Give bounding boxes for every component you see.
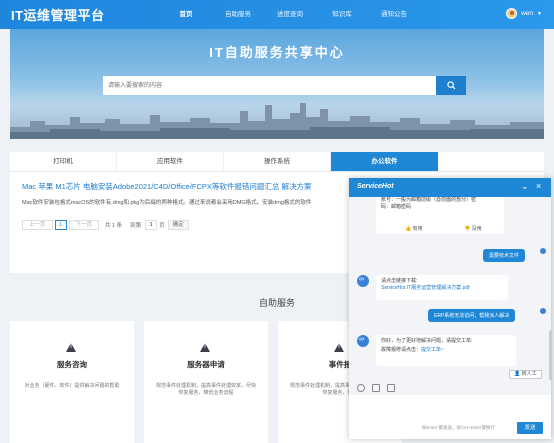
emoji-icon[interactable] [357, 384, 365, 392]
hero-banner: IT自助服务共享中心 [10, 29, 544, 139]
download-link[interactable]: ServiceHot IT服务运营管理解决方案.pdf [381, 285, 503, 292]
warning-icon [66, 343, 76, 352]
attachment-icon[interactable] [387, 384, 395, 392]
search-button[interactable] [436, 76, 466, 95]
bot-message: 请点击链接下载: ServiceHot IT服务运营管理解决方案.pdf [376, 275, 508, 300]
search-input[interactable] [103, 76, 421, 95]
user-message: ERP系统无法访问，帮我派人解决 [428, 309, 516, 322]
chat-brand-logo: ServiceHot [357, 183, 394, 190]
city-skyline-image [10, 103, 544, 139]
article-summary: Mac软件安装包格式macOS的软件有.dmg和.pkg为后缀的两种格式。通过来… [22, 200, 312, 206]
page-scrollbar[interactable] [549, 330, 552, 380]
user-menu[interactable]: wen ▼ [506, 8, 542, 19]
close-icon[interactable]: × [536, 181, 541, 191]
app-logo[interactable]: IT运维管理平台 [0, 5, 160, 24]
goto-label: 到第 [130, 223, 142, 229]
chat-messages: 账号：一般为邮箱前缀（@前面的部分）密 码：邮箱密码 👍 有用 👎 没用 需要技… [349, 197, 551, 381]
bot-message: 你好，为了更好地解决问题，请提交工单: 故障报修请点击：提交工单~ [376, 335, 516, 366]
useful-button[interactable]: 👍 有用 [405, 225, 423, 232]
card-title: 服务器申请 [187, 360, 225, 369]
image-icon[interactable] [372, 384, 380, 392]
bot-avatar-icon [357, 275, 369, 287]
useless-button[interactable]: 👎 没用 [464, 225, 482, 232]
user-message: 需要技术文件 [483, 249, 526, 262]
read-check-icon [540, 308, 546, 314]
pagination: 上一页 1 下一页 共 1 条 到第 1 页 确定 [22, 220, 189, 230]
send-hint: 按Enter 键发送，按Ctrl+Enter键换行 [422, 425, 495, 430]
warning-icon [334, 343, 344, 352]
service-card-server[interactable]: 服务器申请 规范事件处理机制，提高事件处理效率，尽快恢复服务，降低业务流程 [144, 321, 268, 443]
article-title-link[interactable]: Mac 苹果 M1芯片 电脑安装Adobe2021/C4D/Office/FCP… [22, 181, 312, 192]
send-button[interactable]: 发送 [517, 422, 543, 434]
bot-message: 账号：一般为邮箱前缀（@前面的部分）密 码：邮箱密码 [376, 197, 504, 234]
chevron-down-icon: ▼ [537, 10, 542, 17]
card-desc: 对业务（硬件、软件）提供解决问题的帮助 [24, 383, 120, 389]
nav-item-self-service[interactable]: 自助服务 [212, 0, 264, 29]
user-name: wen [521, 10, 534, 17]
nav-item-notices[interactable]: 通知公告 [368, 0, 420, 29]
warning-icon [200, 343, 210, 352]
page-unit: 页 [159, 223, 165, 229]
nav-item-home[interactable]: 首页 [160, 0, 212, 29]
chevron-down-icon[interactable]: ⌄ [521, 181, 529, 192]
page-number[interactable]: 1 [54, 220, 67, 230]
service-card-consult[interactable]: 服务咨询 对业务（硬件、软件）提供解决问题的帮助 [10, 321, 134, 443]
confirm-page-button[interactable]: 确定 [167, 220, 189, 230]
chat-window: ServiceHot ⌄ × 账号：一般为邮箱前缀（@前面的部分）密 码：邮箱密… [349, 178, 551, 439]
main-nav: 首页 自助服务 进度查询 知识库 通知公告 [160, 0, 420, 29]
next-page-button[interactable]: 下一页 [68, 220, 100, 230]
top-nav-bar: IT运维管理平台 首页 自助服务 进度查询 知识库 通知公告 wen ▼ [0, 0, 554, 29]
tab-office[interactable]: 办公软件 [331, 152, 438, 171]
chat-header: ServiceHot ⌄ × [349, 178, 551, 197]
prev-page-button[interactable]: 上一页 [22, 220, 53, 230]
tab-os[interactable]: 操作系统 [224, 152, 331, 171]
search-box [103, 76, 466, 95]
read-check-icon [540, 248, 546, 254]
chat-input-area[interactable]: 按Enter 键发送，按Ctrl+Enter键换行 发送 [349, 395, 551, 439]
goto-page-input[interactable]: 1 [145, 220, 158, 230]
nav-item-progress[interactable]: 进度查询 [264, 0, 316, 29]
tab-printer[interactable]: 打印机 [10, 152, 117, 171]
submit-ticket-link[interactable]: 提交工单~ [421, 347, 444, 353]
transfer-to-agent-button[interactable]: 👤 转人工 [509, 370, 542, 379]
total-count: 共 1 条 [105, 223, 123, 229]
bot-avatar-icon [357, 335, 369, 347]
avatar [506, 8, 518, 19]
category-tabs: 打印机 应用软件 操作系统 办公软件 [10, 152, 544, 172]
tab-applications[interactable]: 应用软件 [117, 152, 224, 171]
card-title: 服务咨询 [57, 360, 87, 369]
chat-toolbar [349, 381, 551, 395]
hero-title: IT自助服务共享中心 [209, 45, 345, 60]
card-desc: 规范事件处理机制，提高事件处理效率，尽快恢复服务，降低业务流程 [155, 383, 256, 396]
nav-item-knowledge[interactable]: 知识库 [316, 0, 368, 29]
search-icon [446, 81, 456, 90]
